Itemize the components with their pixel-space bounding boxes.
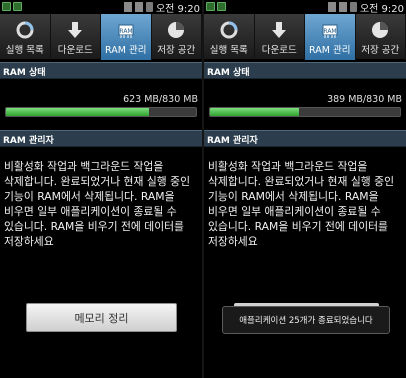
ram-manager-description: 비활성화 작업과 백그라운드 작업을 삭제합니다. 완료되었거나 현재 실행 중… — [208, 160, 398, 248]
tab-label: RAM 관리 — [105, 44, 147, 56]
notification-icon — [217, 2, 226, 11]
phone-screen-before: 오전 9:20 실행 목록 다운로드 RAM RAM 관리 저장 공간 RAM … — [0, 0, 202, 378]
status-time: 오전 9:20 — [155, 3, 200, 15]
notification-icon — [2, 2, 11, 11]
tab-storage[interactable]: 저장 공간 — [152, 14, 202, 60]
tab-label: 다운로드 — [57, 44, 93, 56]
signal-icon — [134, 2, 143, 12]
tab-label: RAM 관리 — [309, 44, 351, 56]
battery-icon — [349, 2, 357, 12]
status-bar: 오전 9:20 — [0, 0, 202, 15]
tab-download[interactable]: 다운로드 — [51, 14, 101, 60]
tab-download[interactable]: 다운로드 — [255, 14, 305, 60]
notification-icon — [206, 2, 215, 11]
ram-chip-icon: RAM — [322, 24, 338, 38]
ram-usage-bar — [5, 107, 197, 117]
tab-bar: 실행 목록 다운로드 RAM RAM 관리 저장 공간 — [204, 14, 406, 60]
ram-usage-fill — [210, 108, 300, 116]
storage-pie-icon — [168, 21, 185, 38]
ram-usage-text: 623 MB/830 MB — [123, 94, 198, 105]
download-icon — [272, 21, 287, 38]
tab-label: 저장 공간 — [361, 44, 400, 56]
tab-running-list[interactable]: 실행 목록 — [0, 14, 51, 60]
svg-text:RAM: RAM — [323, 28, 336, 35]
running-list-icon — [16, 21, 34, 38]
battery-icon — [145, 2, 153, 12]
storage-pie-icon — [372, 21, 389, 38]
ram-chip-icon: RAM — [118, 24, 134, 38]
ram-usage-bar — [209, 107, 401, 117]
apps-closed-toast: 애플리케이션 25개가 종료되었습니다 — [222, 306, 390, 334]
ram-status-header: RAM 상태 — [0, 62, 202, 79]
vibrate-icon — [123, 2, 132, 12]
ram-usage-text: 389 MB/830 MB — [327, 94, 402, 105]
tab-label: 실행 목록 — [5, 44, 44, 56]
svg-text:RAM: RAM — [119, 28, 132, 35]
tab-storage[interactable]: 저장 공간 — [356, 14, 406, 60]
tab-label: 저장 공간 — [157, 44, 196, 56]
clear-memory-button[interactable]: 메모리 정리 — [26, 303, 177, 332]
tab-running-list[interactable]: 실행 목록 — [204, 14, 255, 60]
tab-bar: 실행 목록 다운로드 RAM RAM 관리 저장 공간 — [0, 14, 202, 60]
status-bar: 오전 9:20 — [204, 0, 406, 15]
ram-manager-header: RAM 관리자 — [0, 130, 202, 147]
phone-screen-after: 오전 9:20 실행 목록 다운로드 RAM RAM 관리 저장 공간 RAM … — [204, 0, 406, 378]
ram-manager-header: RAM 관리자 — [204, 130, 406, 147]
status-time: 오전 9:20 — [359, 3, 404, 15]
signal-icon — [338, 2, 347, 12]
tab-ram-manager[interactable]: RAM RAM 관리 — [305, 14, 356, 60]
ram-usage-fill — [6, 108, 149, 116]
download-icon — [68, 21, 83, 38]
notification-icon — [13, 2, 22, 11]
tab-label: 실행 목록 — [209, 44, 248, 56]
running-list-icon — [220, 21, 238, 38]
tab-label: 다운로드 — [261, 44, 297, 56]
ram-manager-description: 비활성화 작업과 백그라운드 작업을 삭제합니다. 완료되었거나 현재 실행 중… — [4, 160, 194, 248]
ram-status-header: RAM 상태 — [204, 62, 406, 79]
vibrate-icon — [327, 2, 336, 12]
tab-ram-manager[interactable]: RAM RAM 관리 — [101, 14, 152, 60]
